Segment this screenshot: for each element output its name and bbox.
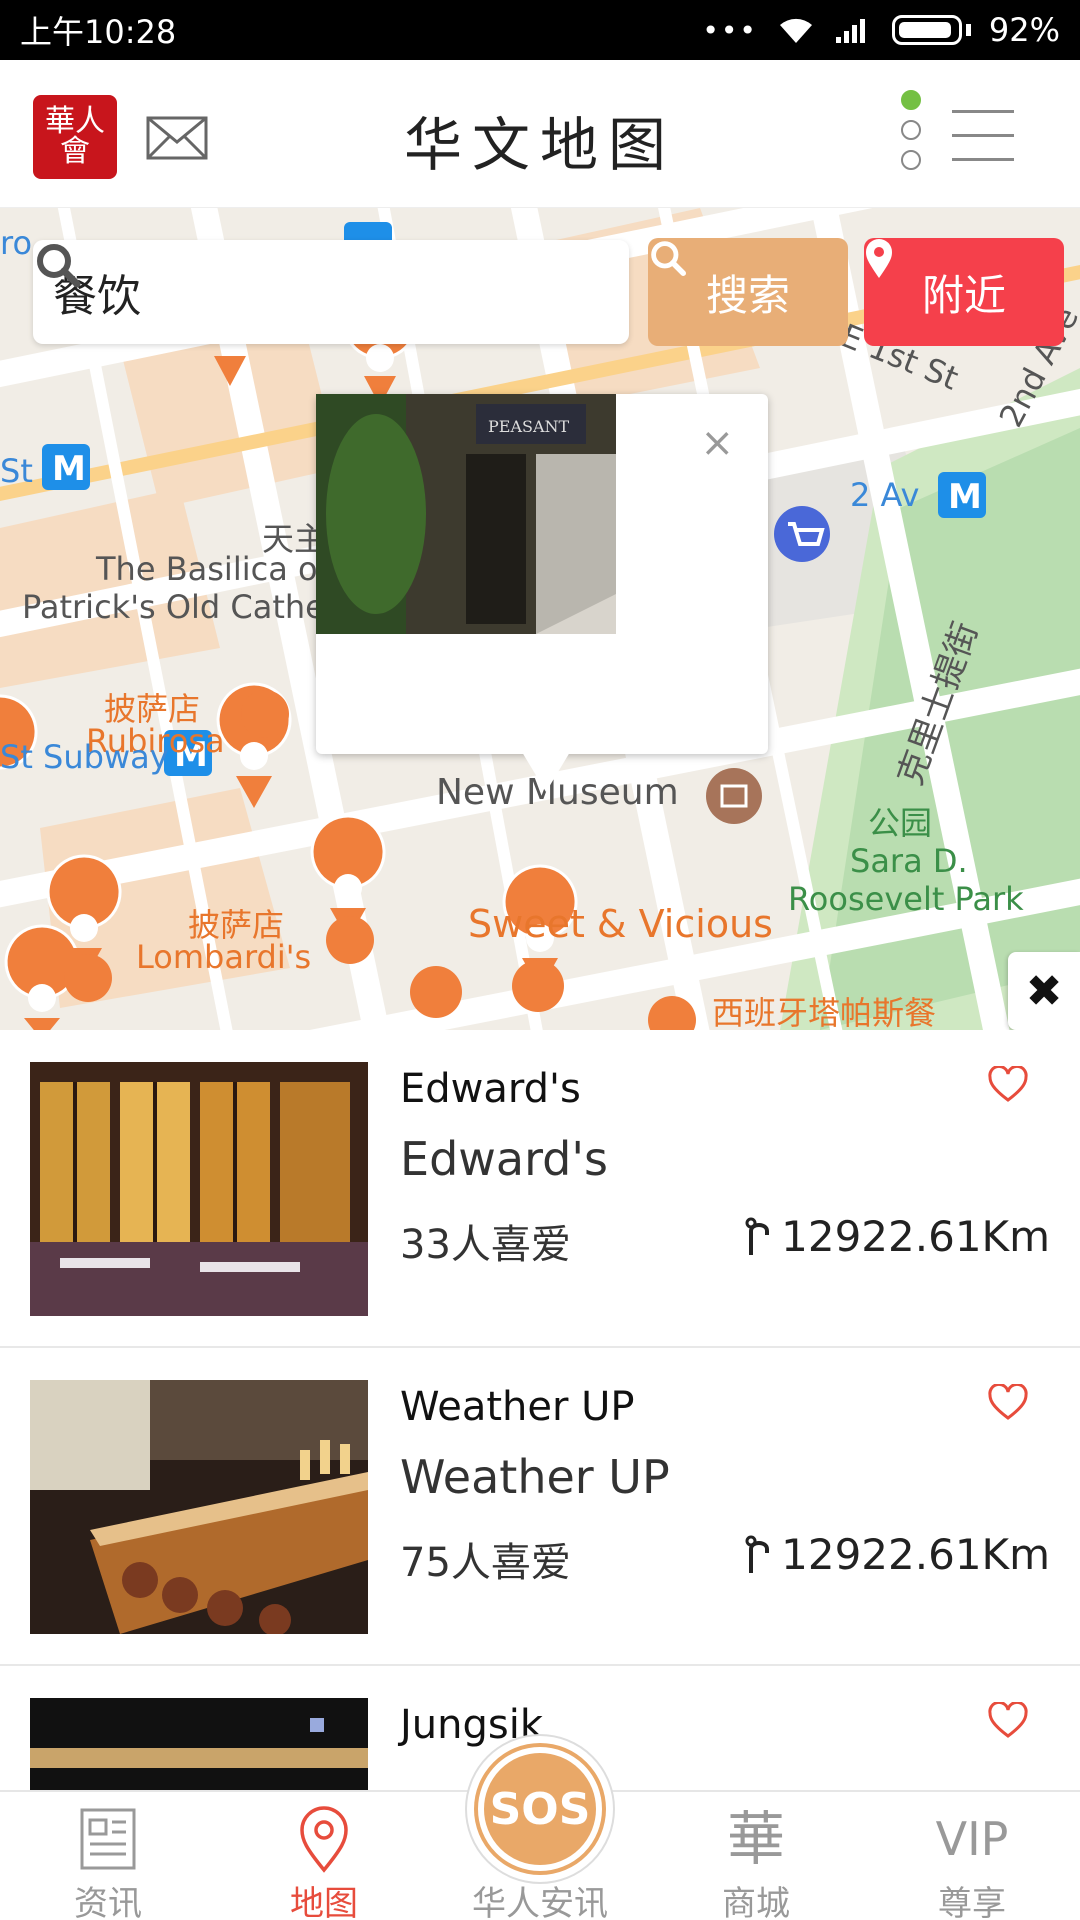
status-time: 上午10:28 (20, 13, 177, 51)
search-button[interactable]: 搜索 (648, 238, 848, 346)
nearby-button-label: 附近 (921, 270, 1006, 320)
list-item[interactable]: Edward's Edward's 33人喜爱 12922.61Km (0, 1030, 1080, 1348)
vip-icon: VIP (935, 1812, 1009, 1866)
news-icon (80, 1808, 136, 1870)
likes-count: 33人喜爱 (400, 1222, 571, 1268)
map-pin-icon (300, 1806, 348, 1873)
hamburger-menu-icon[interactable] (952, 110, 1014, 166)
favorite-heart-icon[interactable] (988, 1702, 1028, 1738)
search-box[interactable] (33, 240, 629, 344)
restaurant-thumbnail (30, 1062, 368, 1316)
more-dots-icon: ••• (702, 13, 758, 47)
tab-mall[interactable]: 華 商城 (666, 1792, 846, 1920)
status-icons: ••• 92% (702, 11, 1060, 49)
bottom-navigation: 资讯 地图 华人安讯 SOS 華 商城 VIP 尊享 (0, 1734, 1080, 1920)
likes-count: 75人喜爱 (400, 1540, 571, 1586)
map-close-button[interactable]: ✖ (1008, 952, 1080, 1030)
map-label-lombardis: Lombardi's (136, 938, 312, 976)
route-icon (745, 1535, 770, 1573)
search-button-label: 搜索 (705, 270, 790, 320)
popup-pointer (522, 752, 570, 792)
map-view[interactable]: M M M St ro E 1st St 2nd Ave 2 Av 天主 The… (0, 208, 1080, 1030)
restaurant-thumbnail (30, 1380, 368, 1634)
map-label-park: 公园 (868, 804, 933, 842)
svg-text:M: M (948, 477, 982, 517)
signal-icon (835, 19, 865, 43)
popup-sign-text: PEASANT (488, 417, 570, 436)
tab-map-label: 地图 (290, 1884, 358, 1920)
restaurant-subname: Edward's (400, 1132, 608, 1186)
map-label-spanish: 西班牙塔帕斯餐 (712, 994, 937, 1030)
map-label-street: St (0, 452, 33, 490)
battery-tip (965, 24, 971, 36)
app-header: 華人會 华文地图 (0, 60, 1080, 208)
tab-news-label: 资讯 (74, 1884, 142, 1920)
mall-icon: 華 (726, 1805, 785, 1873)
distance: 12922.61Km (745, 1212, 1050, 1261)
favorite-heart-icon[interactable] (988, 1066, 1028, 1102)
distance-value: 12922.61Km (781, 1212, 1050, 1261)
wifi-icon (779, 18, 812, 43)
status-bar: 上午10:28 ••• 92% (0, 0, 1080, 60)
map-label-sara: Sara D. (850, 842, 968, 880)
map-label-sweet-vicious: Sweet & Vicious (468, 902, 773, 946)
map-label-2av: 2 Av (850, 476, 920, 514)
svg-text:M: M (52, 449, 86, 489)
favorite-heart-icon[interactable] (988, 1384, 1028, 1420)
battery-icon (891, 15, 962, 45)
route-icon (745, 1217, 770, 1255)
map-label-subway: St Subway (0, 738, 169, 776)
connection-status[interactable] (898, 90, 924, 170)
tab-vip-label: 尊享 (938, 1884, 1006, 1920)
sos-button[interactable]: SOS (465, 1734, 615, 1884)
list-item[interactable]: Weather UP Weather UP 75人喜爱 12922.61Km (0, 1348, 1080, 1666)
tab-mall-label: 商城 (722, 1884, 790, 1920)
restaurant-thumbnail (30, 1698, 368, 1790)
status-dot (901, 150, 921, 170)
status-dot (901, 120, 921, 140)
tab-vip[interactable]: VIP 尊享 (882, 1792, 1062, 1920)
map-info-popup[interactable]: Peasant × PEASANT (316, 394, 768, 754)
tab-news[interactable]: 资讯 (18, 1792, 198, 1920)
search-input[interactable] (53, 266, 533, 318)
search-icon (651, 241, 686, 276)
restaurant-name: Weather UP (400, 1384, 635, 1430)
status-dot-online (901, 90, 921, 110)
nearby-button[interactable]: 附近 (864, 238, 1064, 346)
map-label-roosevelt: Roosevelt Park (788, 880, 1024, 918)
location-pin-icon (866, 239, 892, 278)
map-label-patricks: Patrick's Old Cathe (22, 588, 325, 626)
tab-map[interactable]: 地图 (234, 1792, 414, 1920)
distance-value: 12922.61Km (781, 1530, 1050, 1579)
map-label-basilica: The Basilica of (96, 550, 329, 588)
restaurant-name: Edward's (400, 1066, 581, 1112)
distance: 12922.61Km (745, 1530, 1050, 1579)
restaurant-subname: Weather UP (400, 1450, 670, 1504)
popup-photo: PEASANT (316, 394, 616, 634)
search-icon (37, 244, 81, 288)
map-label-ro: ro (0, 224, 33, 262)
restaurant-list[interactable]: Edward's Edward's 33人喜爱 12922.61Km Weath… (0, 1030, 1080, 1790)
sos-icon: SOS (478, 1747, 602, 1871)
battery-percent: 92% (988, 11, 1060, 49)
popup-close-icon[interactable]: × (700, 420, 734, 466)
